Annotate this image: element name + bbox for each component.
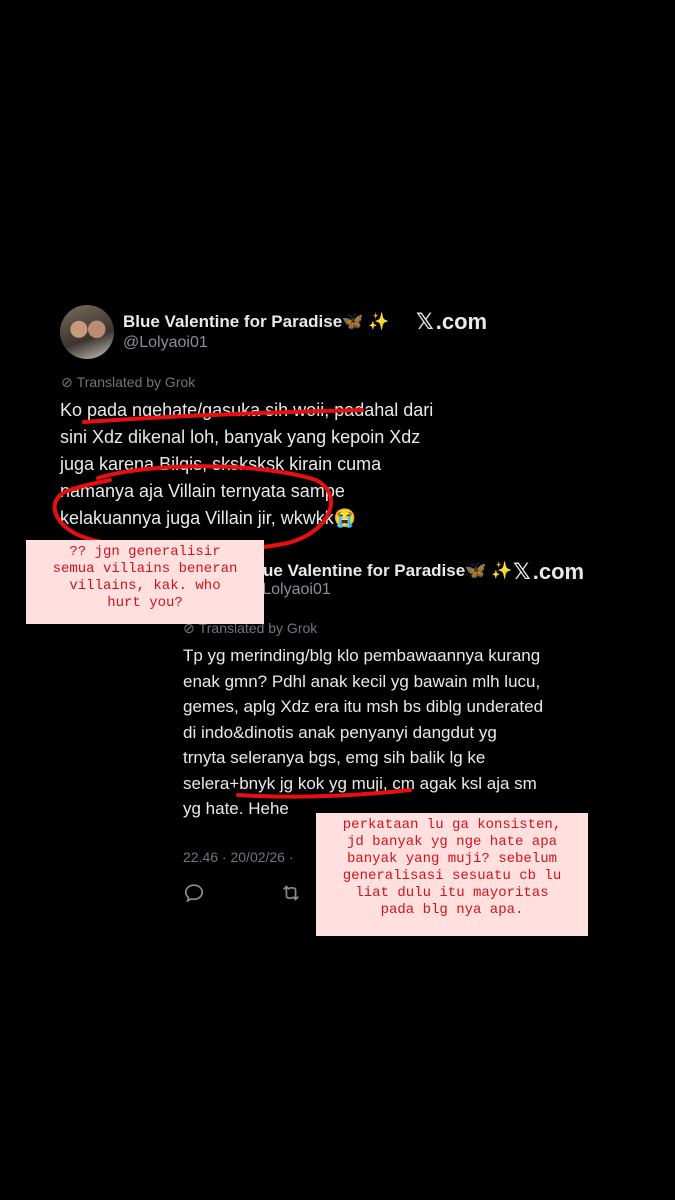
reply-tweet-text: Tp yg merinding/blg klo pembawaannya kur… [183, 643, 603, 822]
timestamp[interactable]: 22.46 · 20/02/26 · [183, 849, 294, 865]
tweet-line: sini Xdz dikenal loh, banyak yang kepoin… [60, 427, 421, 447]
retweet-icon[interactable] [279, 882, 303, 909]
tweet-line: gemes, aplg Xdz era itu msh bs diblg und… [183, 697, 544, 716]
note-right: perkataan lu ga konsisten, jd banyak yg … [316, 813, 588, 936]
grok-icon: ⊘ [61, 375, 73, 391]
tweet-line: namanya aja Villain ternyata sampe [60, 481, 345, 501]
display-name[interactable]: Blue Valentine for Paradise🦋 ✨ [123, 312, 389, 332]
tweet-line: selera+bnyk jg kok yg muji, cm agak ksl … [183, 773, 537, 793]
tweet-line: trnyta seleranya bgs, emg sih balik lg k… [183, 748, 486, 767]
tweet-line: juga karena Bilqis, sksksksk kirain cuma [60, 454, 382, 474]
reply-x-com-label: 𝕏.com [513, 559, 585, 585]
avatar[interactable] [60, 305, 114, 359]
x-logo-icon: 𝕏 [416, 310, 434, 335]
tweet-line: Ko pada ngehate/gasuka sih woii, padahal… [60, 400, 434, 420]
note-left: ?? jgn generalisir semua villains benera… [26, 540, 264, 624]
x-com-label: 𝕏.com [416, 309, 488, 335]
tweet-line: enak gmn? Pdhl anak kecil yg bawain mlh … [183, 671, 541, 691]
tweet-line: di indo&dinotis anak penyanyi dangdut yg [183, 722, 497, 742]
tweet-line: Tp yg merinding/blg klo pembawaannya kur… [183, 646, 541, 665]
tweet-line: kelakuannya juga Villain jir, wkwkk😭 [60, 508, 357, 528]
reply-icon[interactable] [183, 882, 205, 909]
user-handle[interactable]: @Lolyaoi01 [123, 334, 208, 352]
translated-by-grok[interactable]: ⊘ Translated by Grok [61, 374, 195, 391]
x-logo-icon: 𝕏 [513, 560, 531, 585]
reply-display-name[interactable]: Blue Valentine for Paradise🦋 ✨ [246, 561, 512, 581]
tweet-text: Ko pada ngehate/gasuka sih woii, padahal… [60, 397, 480, 532]
